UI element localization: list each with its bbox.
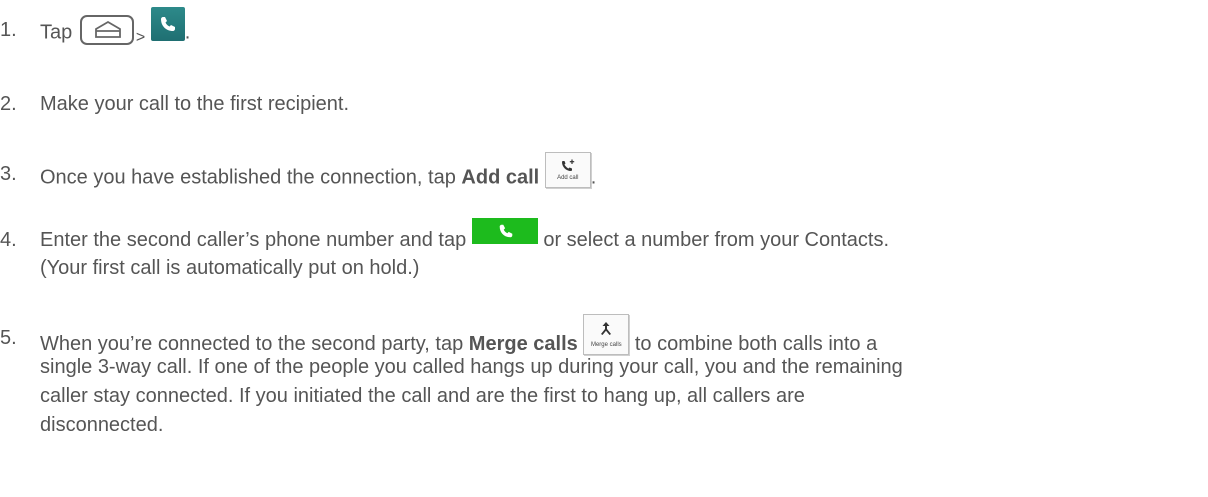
step-text: (Your first call is automatically put on… xyxy=(40,257,420,279)
step-number: 4. xyxy=(0,229,17,251)
step-text-after: to combine both calls into a xyxy=(634,332,878,355)
separator: > xyxy=(135,29,146,47)
step-number: 3. xyxy=(0,163,17,185)
step-text-after: or select a number from your Contacts. xyxy=(543,229,890,251)
call-button-icon xyxy=(471,217,538,244)
step-text: Enter the second caller’s phone number a… xyxy=(40,229,467,251)
period: . xyxy=(184,21,191,44)
icon-caption: Add call xyxy=(557,175,579,181)
step-text: caller stay connected. If you initiated … xyxy=(40,385,805,407)
merge-calls-icon xyxy=(601,322,612,335)
phone-app-icon xyxy=(150,7,185,41)
step-text: Once you have established the connection… xyxy=(40,166,456,189)
home-key-icon xyxy=(79,15,134,45)
step-text: Make your call to the first recipient. xyxy=(40,93,350,115)
merge-calls-label: Merge calls xyxy=(468,332,578,355)
step-text: single 3-way call. If one of the people … xyxy=(40,356,903,378)
icon-caption: Merge calls xyxy=(590,342,622,348)
step-number: 1. xyxy=(0,19,17,41)
step-text: When you’re connected to the second part… xyxy=(40,332,464,355)
step-text: Tap xyxy=(40,21,73,44)
step-number: 2. xyxy=(0,93,17,115)
step-text: disconnected. xyxy=(40,414,164,436)
period: . xyxy=(590,166,597,189)
merge-calls-button-icon: Merge calls xyxy=(583,314,630,355)
step-number: 5. xyxy=(0,327,17,349)
add-call-icon xyxy=(561,159,574,171)
add-call-label: Add call xyxy=(461,166,540,189)
add-call-button-icon: Add call xyxy=(544,152,591,188)
